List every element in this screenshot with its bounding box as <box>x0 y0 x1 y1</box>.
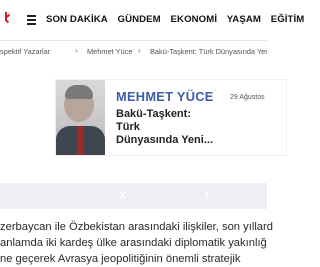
article-title[interactable]: Bakü-Taşkent: Türk Dünyasında Yeni... <box>116 108 216 147</box>
hamburger-menu-icon[interactable] <box>27 15 36 25</box>
main-nav: SON DAKİKA GÜNDEM EKONOMİ YAŞAM EĞİTİM <box>46 14 311 25</box>
article-title-line: Bakü-Taşkent: Türk <box>116 108 191 133</box>
author-avatar <box>56 80 105 155</box>
article-title-line: Dünyasında Yeni... <box>116 134 213 146</box>
author-name[interactable]: MEHMET YÜCE <box>116 89 214 104</box>
nav-item-son-dakika[interactable]: SON DAKİKA <box>46 14 108 25</box>
article-paragraph-line: zerbaycan ile Özbekistan arasındaki iliş… <box>0 221 273 233</box>
nav-item-yasam[interactable]: YAŞAM <box>227 14 261 25</box>
news-logo-mark[interactable] <box>4 12 11 28</box>
chevron-right-icon: › <box>138 46 141 55</box>
article-paragraph-line: ne geçerek Avrasya jeopolitiğinin önemli… <box>0 253 241 265</box>
author-article-card[interactable]: MEHMET YÜCE 29 Ağustos Bakü-Taşkent: Tür… <box>56 80 286 155</box>
share-bar: X f <box>0 183 267 209</box>
nav-item-gundem[interactable]: GÜNDEM <box>118 14 161 25</box>
breadcrumb-item-yazarlar[interactable]: spektif Yazarlar <box>0 47 50 56</box>
top-navigation-bar: SON DAKİKA GÜNDEM EKONOMİ YAŞAM EĞİTİM <box>0 0 304 41</box>
breadcrumb: spektif Yazarlar › Mehmet Yüce › Bakü-Ta… <box>0 44 267 60</box>
chevron-right-icon: › <box>75 46 78 55</box>
article-paragraph-line: anlamda iki kardeş ülke arasındaki diplo… <box>0 237 267 249</box>
nav-item-ekonomi[interactable]: EKONOMİ <box>171 14 218 25</box>
breadcrumb-item-article: Bakü-Taşkent: Türk Dünyasında Yeni Strat <box>150 47 267 56</box>
facebook-icon[interactable]: f <box>205 189 209 203</box>
article-date: 29 Ağustos <box>230 94 265 101</box>
breadcrumb-item-author[interactable]: Mehmet Yüce <box>87 47 132 56</box>
x-icon[interactable]: X <box>119 189 126 203</box>
nav-item-egitim[interactable]: EĞİTİM <box>271 14 305 25</box>
